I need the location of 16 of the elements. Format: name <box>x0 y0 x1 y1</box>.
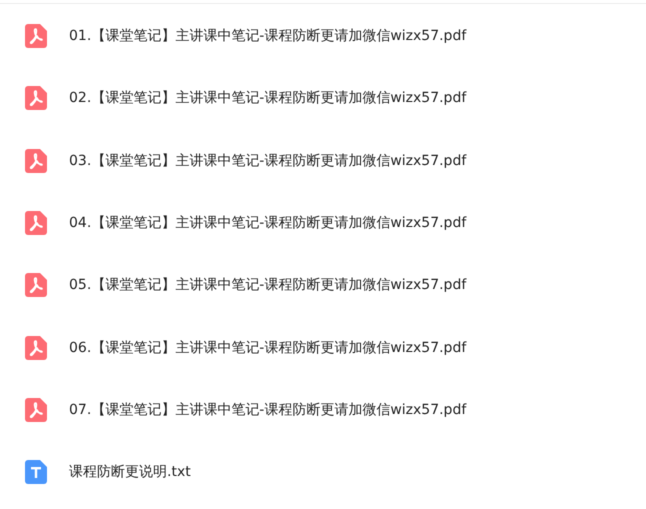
pdf-file-icon <box>25 148 47 173</box>
file-name[interactable]: 04.【课堂笔记】主讲课中笔记-课程防断更请加微信wizx57.pdf <box>69 214 466 232</box>
file-name[interactable]: 06.【课堂笔记】主讲课中笔记-课程防断更请加微信wizx57.pdf <box>69 338 466 357</box>
file-name[interactable]: 课程防断更说明.txt <box>69 463 191 482</box>
file-name[interactable]: 03.【课堂笔记】主讲课中笔记-课程防断更请加微信wizx57.pdf <box>69 152 466 170</box>
file-name[interactable]: 05.【课堂笔记】主讲课中笔记-课程防断更请加微信wizx57.pdf <box>69 276 466 294</box>
file-name[interactable]: 01.【课堂笔记】主讲课中笔记-课程防断更请加微信wizx57.pdf <box>69 27 466 46</box>
pdf-file-icon <box>25 211 47 236</box>
pdf-file-icon <box>25 398 47 422</box>
pdf-file-icon <box>25 336 47 360</box>
pdf-file-icon <box>25 24 47 48</box>
file-name[interactable]: 07.【课堂笔记】主讲课中笔记-课程防断更请加微信wizx57.pdf <box>69 400 466 419</box>
pdf-file-icon <box>25 273 47 298</box>
file-name[interactable]: 02.【课堂笔记】主讲课中笔记-课程防断更请加微信wizx57.pdf <box>69 89 466 108</box>
pdf-file-icon <box>25 86 47 110</box>
text-file-icon <box>25 460 47 484</box>
